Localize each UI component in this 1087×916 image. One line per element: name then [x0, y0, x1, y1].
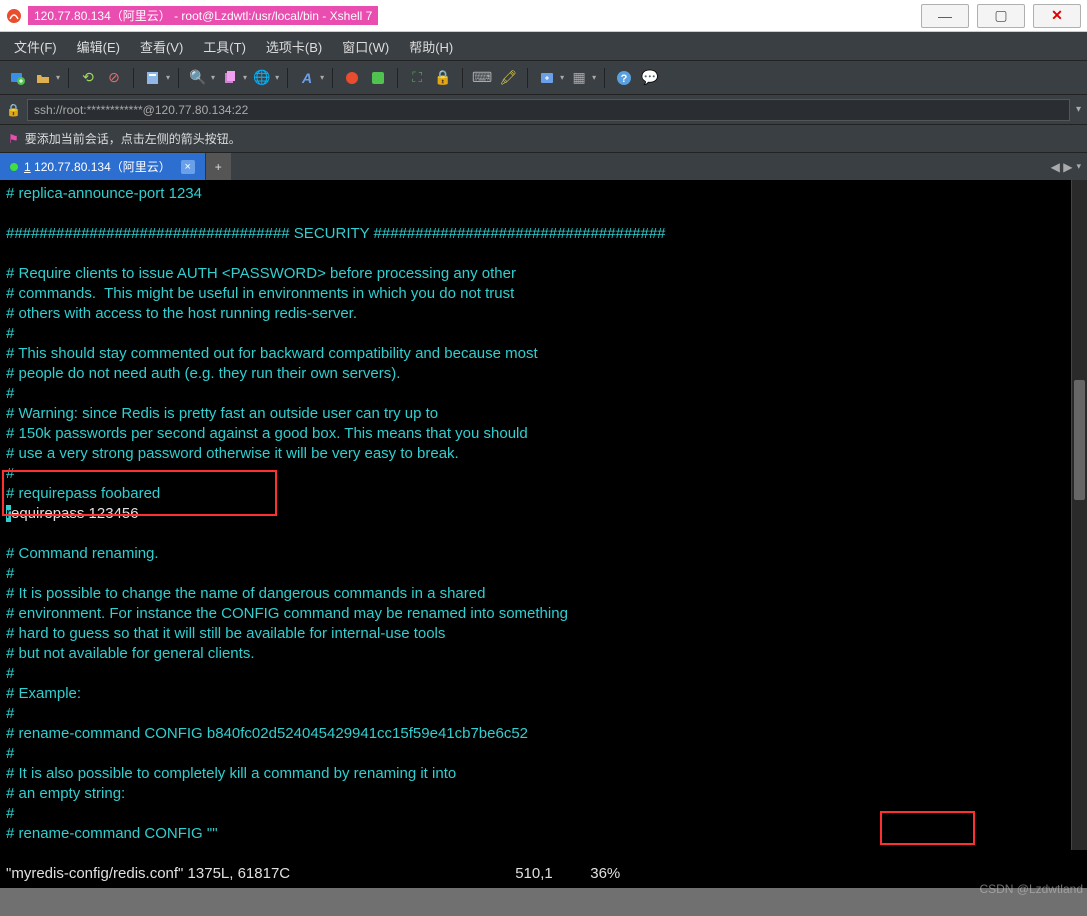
menubar: 文件(F) 编辑(E) 查看(V) 工具(T) 选项卡(B) 窗口(W) 帮助(… [0, 32, 1087, 60]
terminal-line: # use a very strong password otherwise i… [6, 445, 459, 462]
terminal-line: # commands. This might be useful in envi… [6, 285, 514, 302]
menu-tabs[interactable]: 选项卡(B) [256, 37, 332, 56]
xftp-icon[interactable] [367, 67, 389, 89]
tab-close-icon[interactable]: × [181, 160, 195, 174]
terminal-content[interactable]: # replica-announce-port 1234 ###########… [0, 180, 1087, 888]
tab-nav-arrows[interactable]: ◀ ▶ ▾ [1045, 153, 1087, 180]
maximize-button[interactable]: ▢ [977, 4, 1025, 28]
terminal-line: # [6, 565, 14, 582]
terminal-line: # an empty string: [6, 785, 125, 802]
menu-file[interactable]: 文件(F) [4, 37, 67, 56]
menu-window[interactable]: 窗口(W) [332, 37, 399, 56]
globe-icon[interactable]: 🌐 [251, 67, 273, 89]
copy-icon[interactable] [219, 67, 241, 89]
close-button[interactable]: ✕ [1033, 4, 1081, 28]
tab-strip: 1 120.77.80.134（阿里云） × + ◀ ▶ ▾ [0, 152, 1087, 180]
terminal-area[interactable]: # replica-announce-port 1234 ###########… [0, 180, 1087, 850]
terminal-line: # [6, 325, 14, 342]
terminal-line: # It is also possible to completely kill… [6, 765, 456, 782]
vim-status-line: "myredis-config/redis.conf" 1375L, 61817… [6, 865, 620, 882]
terminal-line: # Require clients to issue AUTH <PASSWOR… [6, 265, 516, 282]
terminal-line: # [6, 465, 14, 482]
tip-text: 要添加当前会话，点击左侧的箭头按钮。 [25, 130, 241, 147]
terminal-line: # [6, 745, 14, 762]
terminal-line: requirepass 123456 [6, 505, 139, 522]
terminal-line: # rename-command CONFIG "" [6, 825, 218, 842]
terminal-line: # requirepass foobared [6, 485, 160, 502]
terminal-line: # [6, 705, 14, 722]
svg-text:?: ? [621, 73, 628, 85]
keyboard-icon[interactable]: ⌨ [471, 67, 493, 89]
terminal-line: # hard to guess so that it will still be… [6, 625, 445, 642]
terminal-line: # Example: [6, 685, 81, 702]
search-icon[interactable]: 🔍 [187, 67, 209, 89]
new-session-icon[interactable] [6, 67, 28, 89]
open-folder-icon[interactable] [32, 67, 54, 89]
properties-icon[interactable] [142, 67, 164, 89]
chat-icon[interactable]: 💬 [639, 67, 661, 89]
lock-icon[interactable]: 🔒 [432, 67, 454, 89]
terminal-line: # people do not need auth (e.g. they run… [6, 365, 400, 382]
tab-label: 1 120.77.80.134（阿里云） [24, 158, 171, 175]
window-title: 120.77.80.134（阿里云） - root@Lzdwtl:/usr/lo… [28, 6, 378, 25]
tip-bar: ⚑ 要添加当前会话，点击左侧的箭头按钮。 [0, 124, 1087, 152]
terminal-line: # Warning: since Redis is pretty fast an… [6, 405, 438, 422]
terminal-line: # This should stay commented out for bac… [6, 345, 538, 362]
disconnect-icon[interactable]: ⊘ [103, 67, 125, 89]
menu-edit[interactable]: 编辑(E) [67, 37, 130, 56]
address-bar: 🔒 ▾ [0, 94, 1087, 124]
minimize-button[interactable]: — [921, 4, 969, 28]
reconnect-icon[interactable]: ⟲ [77, 67, 99, 89]
terminal-line: # [6, 805, 14, 822]
terminal-line: # others with access to the host running… [6, 305, 357, 322]
highlight-icon[interactable]: 🖍 [497, 67, 519, 89]
terminal-line: # [6, 385, 14, 402]
status-dot-icon [10, 163, 18, 171]
terminal-line: # but not available for general clients. [6, 645, 255, 662]
new-tab-button[interactable]: + [205, 153, 231, 180]
add-button-icon[interactable] [536, 67, 558, 89]
terminal-line: # environment. For instance the CONFIG c… [6, 605, 568, 622]
terminal-line: # Command renaming. [6, 545, 159, 562]
terminal-line: # [6, 665, 14, 682]
fullscreen-icon[interactable]: ⛶ [406, 67, 428, 89]
terminal-line: # It is possible to change the name of d… [6, 585, 485, 602]
terminal-line: # rename-command CONFIG b840fc02d5240454… [6, 725, 528, 742]
font-icon[interactable]: A [296, 67, 318, 89]
toolbar: ▾ ⟲ ⊘ ▾ 🔍▾ ▾ 🌐▾ A▾ ⛶ 🔒 ⌨ 🖍 ▾ ▦▾ ? 💬 [0, 60, 1087, 94]
address-dropdown-icon[interactable]: ▾ [1076, 104, 1081, 115]
terminal-scrollbar[interactable] [1071, 180, 1087, 850]
menu-help[interactable]: 帮助(H) [399, 37, 463, 56]
address-input[interactable] [27, 99, 1070, 121]
menu-tools[interactable]: 工具(T) [193, 37, 256, 56]
tile-icon[interactable]: ▦ [568, 67, 590, 89]
terminal-line: # 150k passwords per second against a go… [6, 425, 528, 442]
app-icon [6, 8, 22, 24]
lock-icon: 🔒 [6, 103, 21, 117]
menu-view[interactable]: 查看(V) [130, 37, 193, 56]
terminal-line: # replica-announce-port 1234 [6, 185, 202, 202]
scrollbar-thumb[interactable] [1074, 380, 1085, 500]
session-tab[interactable]: 1 120.77.80.134（阿里云） × [0, 153, 205, 180]
window-titlebar: 120.77.80.134（阿里云） - root@Lzdwtl:/usr/lo… [0, 0, 1087, 32]
flag-icon: ⚑ [8, 132, 19, 146]
xagent-icon[interactable] [341, 67, 363, 89]
help-icon[interactable]: ? [613, 67, 635, 89]
terminal-line: ################################## SECUR… [6, 225, 666, 242]
